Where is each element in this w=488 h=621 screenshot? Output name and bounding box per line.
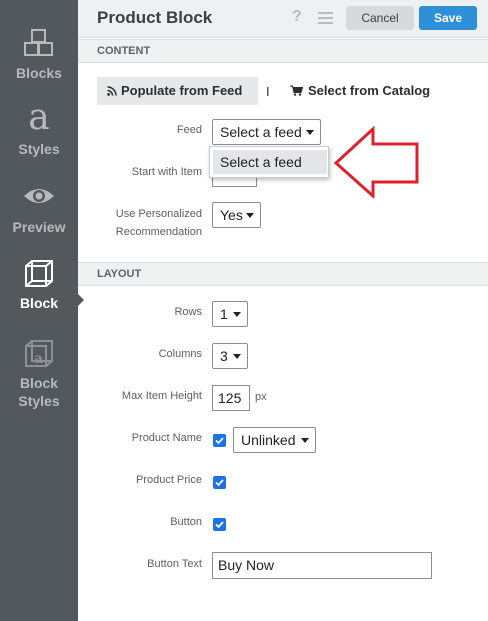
help-icon[interactable]: ? (292, 8, 302, 26)
chevron-down-icon (246, 213, 254, 218)
feed-dropdown-menu: Select a feed (209, 146, 329, 178)
product-name-link-value: Unlinked (241, 432, 296, 448)
columns-label: Columns (158, 348, 202, 360)
annotation-arrow-icon (333, 126, 419, 198)
tab-label: Populate from Feed (121, 83, 243, 98)
sidebar-item-styles[interactable]: a Styles (0, 100, 78, 158)
chevron-down-icon (233, 354, 241, 359)
sidebar-item-preview[interactable]: Preview (0, 184, 78, 236)
button-text-label: Button Text (147, 558, 202, 570)
product-name-link-select[interactable]: Unlinked (233, 427, 316, 453)
personalized-label-line1: Use Personalized (115, 208, 202, 220)
feed-select[interactable]: Select a feed (212, 119, 321, 145)
active-indicator (78, 294, 84, 306)
rss-icon (107, 86, 117, 96)
feed-label: Feed (176, 124, 202, 136)
chevron-down-icon (301, 438, 309, 443)
rows-label: Rows (174, 306, 202, 318)
cancel-button[interactable]: Cancel (346, 6, 414, 30)
sidebar: Blocks a Styles Preview Block a Block St… (0, 0, 78, 621)
product-name-label: Product Name (131, 432, 202, 444)
button-checkbox[interactable] (213, 518, 226, 531)
sidebar-item-label: Styles (18, 141, 60, 157)
save-button[interactable]: Save (419, 6, 477, 30)
content-section-header: CONTENT (78, 39, 488, 63)
product-name-checkbox[interactable] (213, 434, 226, 447)
blocks-icon (24, 29, 53, 56)
block-icon (25, 260, 53, 287)
button-label: Button (170, 516, 202, 528)
menu-icon[interactable] (318, 12, 333, 24)
tab-select-from-catalog[interactable]: Select from Catalog (290, 77, 430, 105)
feed-dropdown-option[interactable]: Select a feed (213, 150, 327, 174)
product-price-checkbox[interactable] (213, 476, 226, 489)
preview-icon (24, 189, 54, 203)
rows-select[interactable]: 1 (212, 301, 248, 327)
feed-select-value: Select a feed (220, 124, 302, 140)
tab-separator: I (266, 84, 270, 99)
tab-label: Select from Catalog (308, 83, 431, 98)
chevron-down-icon (306, 130, 314, 135)
chevron-down-icon (233, 312, 241, 317)
cart-icon (290, 85, 303, 96)
personalized-label-line2: Recommendation (115, 226, 202, 238)
sidebar-item-label: Blocks (16, 65, 62, 81)
sidebar-item-blocks[interactable]: Blocks (0, 28, 78, 82)
sidebar-item-label: Block (19, 295, 59, 311)
product-price-label: Product Price (135, 474, 202, 486)
sidebar-item-block[interactable]: Block (0, 258, 78, 312)
tab-populate-from-feed[interactable]: Populate from Feed (97, 77, 258, 105)
personalized-select[interactable]: Yes (212, 202, 261, 228)
block-styles-icon: a (25, 340, 53, 367)
button-text-input[interactable]: Buy Now (212, 552, 432, 579)
page-title: Product Block (97, 8, 213, 27)
max-height-label: Max Item Height (121, 390, 202, 402)
sidebar-item-label: Styles (18, 393, 60, 409)
sidebar-item-label: Block (19, 375, 59, 391)
svg-text:a: a (34, 351, 43, 367)
columns-select[interactable]: 3 (212, 343, 248, 369)
start-item-label: Start with Item (131, 166, 202, 178)
styles-icon: a (28, 97, 50, 138)
columns-select-value: 3 (220, 348, 228, 364)
personalized-label: Use Personalized Recommendation (100, 205, 202, 241)
sidebar-item-block-styles[interactable]: a Block Styles (0, 338, 78, 410)
sidebar-item-label: Preview (12, 219, 66, 235)
panel-header: Product Block ? Cancel Save (78, 0, 488, 38)
max-height-input[interactable]: 125 (212, 385, 250, 411)
rows-select-value: 1 (220, 306, 228, 322)
layout-section-header: LAYOUT (78, 262, 488, 286)
personalized-select-value: Yes (220, 207, 243, 223)
max-height-unit: px (255, 391, 267, 403)
